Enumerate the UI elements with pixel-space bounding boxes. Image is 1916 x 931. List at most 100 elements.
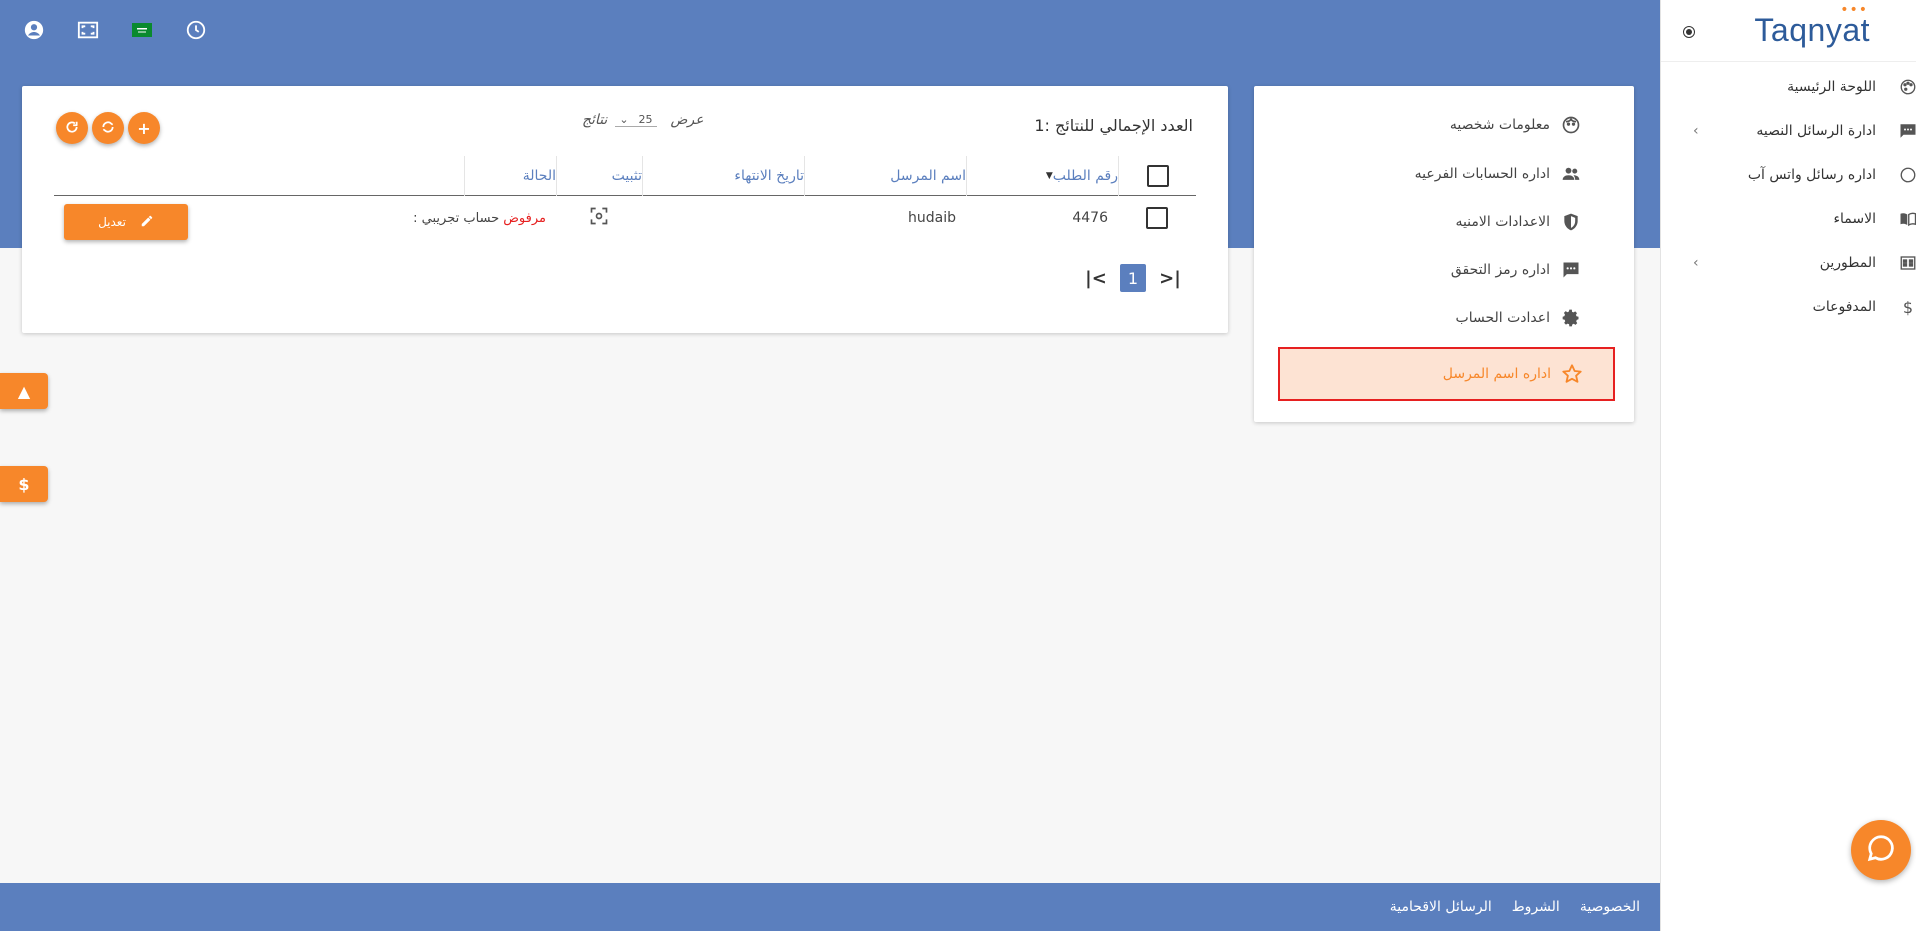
row-checkbox[interactable] [1146, 207, 1168, 229]
add-button[interactable]: + [128, 112, 160, 144]
triangle-icon: ▲ [17, 381, 31, 401]
table-header: ▼ رقم الطلب اسم المرسل تاريخ الانتهاء تث… [54, 156, 1196, 196]
edit-button[interactable]: تعديل [64, 204, 188, 240]
sidebar-item-label: ادارة الرسائل النصيه [1756, 123, 1876, 139]
header-status[interactable]: الحالة [464, 156, 556, 196]
page-number[interactable]: 1 [1120, 264, 1146, 292]
header-status-label: الحالة [522, 168, 556, 184]
menu-item-security[interactable]: الاعدادات الامنيه [1455, 211, 1582, 233]
edit-label: تعديل [98, 215, 126, 229]
logo[interactable]: Taqnyat [1754, 12, 1870, 49]
select-all-cell [1118, 156, 1196, 196]
chat-button[interactable] [1851, 820, 1911, 880]
header-icons [22, 18, 208, 42]
sms-icon [1898, 121, 1916, 141]
cell-sender-name: hudaib [908, 210, 956, 226]
face-icon [1560, 114, 1582, 136]
pencil-icon [140, 214, 154, 231]
menu-item-personal-info[interactable]: معلومات شخصيه [1450, 114, 1582, 136]
chat-icon [1866, 833, 1896, 867]
total-results: العدد الإجمالي للنتائج :1 [1034, 116, 1193, 135]
sidebar-item-label: الاسماء [1833, 211, 1876, 227]
table-actions: + [56, 112, 160, 144]
per-page-control: نتائج ⌄ 25 عرض [582, 112, 704, 128]
sync-icon [101, 119, 115, 138]
developer-icon [1898, 253, 1916, 273]
row-select-cell [1118, 196, 1196, 240]
menu-item-label: الاعدادات الامنيه [1455, 214, 1550, 230]
results-label: نتائج [582, 112, 608, 128]
account-circle-icon[interactable] [22, 18, 46, 42]
sidebar-item-label: اللوحة الرئيسية [1787, 79, 1876, 95]
menu-item-label: معلومات شخصيه [1449, 117, 1550, 133]
sidebar-toggle-icon[interactable] [1683, 26, 1695, 38]
cell-request-no: 4476 [1072, 210, 1108, 226]
menu-item-label: اداره رمز التحقق [1450, 262, 1550, 278]
header-expiry-date[interactable]: تاريخ الانتهاء [642, 156, 804, 196]
sidebar-item-whatsapp[interactable]: اداره رسائل واتس آب [1661, 153, 1916, 197]
sidebar-item-label: المطورين [1819, 255, 1876, 271]
sidebar-item-label: اداره رسائل واتس آب [1747, 167, 1876, 183]
last-page-icon[interactable]: >| [1158, 268, 1182, 289]
message-icon [1560, 259, 1582, 281]
pin-focus-icon[interactable] [589, 206, 609, 230]
sidebar-item-label: المدفوعات [1812, 299, 1876, 315]
table-row: 4476 hudaib : حساب تجريبي مرفوض تعديل [54, 196, 1196, 240]
menu-item-label: اعدادت الحساب [1455, 310, 1550, 326]
sidebar-item-names[interactable]: الاسماء [1661, 197, 1916, 241]
footer-link-spam[interactable]: الرسائل الاقحامية [1390, 899, 1492, 915]
dollar-icon: $ [18, 474, 30, 494]
cell-pin [556, 196, 642, 240]
shield-icon [1560, 211, 1582, 233]
menu-item-label: اداره الحسابات الفرعيه [1414, 166, 1550, 182]
saudi-flag-icon[interactable] [130, 18, 154, 42]
header-pin[interactable]: تثبيت [556, 156, 642, 196]
footer-link-terms[interactable]: الشروط [1512, 899, 1560, 915]
cell-status: : حساب تجريبي مرفوض [256, 196, 556, 240]
header-expiry-date-label: تاريخ الانتهاء [734, 168, 804, 184]
select-all-checkbox[interactable] [1146, 165, 1169, 187]
sync-button[interactable] [92, 112, 124, 144]
header-pin-label: تثبيت [611, 168, 642, 184]
first-page-icon[interactable]: |< [1084, 268, 1108, 289]
menu-item-otp[interactable]: اداره رمز التحقق [1451, 259, 1582, 281]
sidebar-header: ••• Taqnyat [1661, 0, 1916, 62]
reload-button[interactable] [56, 112, 88, 144]
chevron-down-icon: ⌄ [619, 113, 629, 126]
chevron-left-icon: ‹ [1693, 255, 1699, 271]
pagination: |< 1 >| [1084, 264, 1182, 292]
show-label: عرض [670, 112, 704, 128]
menu-item-sub-accounts[interactable]: اداره الحسابات الفرعيه [1415, 163, 1582, 185]
group-icon [1560, 163, 1582, 185]
menu-item-account-settings[interactable]: اعدادت الحساب [1456, 307, 1582, 329]
star-icon [1561, 363, 1583, 385]
gear-icon [1560, 307, 1582, 329]
footer-link-privacy[interactable]: الخصوصية [1580, 899, 1640, 915]
sidebar-item-sms[interactable]: ‹ ادارة الرسائل النصيه [1661, 109, 1916, 153]
whatsapp-icon [1898, 165, 1916, 185]
sidebar-item-dashboard[interactable]: اللوحة الرئيسية [1661, 65, 1916, 109]
plus-icon: + [137, 118, 151, 138]
header-request-no-label: رقم الطلب [1052, 168, 1118, 184]
sidebar: ••• Taqnyat اللوحة الرئيسية ‹ ادارة الرس… [1660, 0, 1916, 931]
menu-item-sender-name[interactable]: اداره اسم المرسل [1278, 347, 1615, 401]
menu-item-label: اداره اسم المرسل [1442, 366, 1551, 382]
footer: الرسائل الاقحامية الشروط الخصوصية [0, 883, 1660, 931]
fullscreen-icon[interactable] [76, 18, 100, 42]
settings-menu-card: معلومات شخصيه اداره الحسابات الفرعيه الا… [1254, 86, 1634, 422]
sidebar-item-payments[interactable]: المدفوعات $ [1661, 285, 1916, 329]
sidebar-item-developers[interactable]: ‹ المطورين [1661, 241, 1916, 285]
header-request-no[interactable]: ▼ رقم الطلب [966, 156, 1118, 196]
clock-icon[interactable] [184, 18, 208, 42]
reload-icon [65, 119, 79, 138]
header-sender-name-label: اسم المرسل [890, 168, 966, 184]
per-page-value: 25 [638, 113, 653, 126]
sender-names-card: العدد الإجمالي للنتائج :1 نتائج ⌄ 25 عرض… [22, 86, 1228, 333]
dollar-icon: $ [1902, 297, 1914, 317]
status-rejected: مرفوض [503, 210, 546, 226]
sort-desc-icon: ▼ [1045, 171, 1053, 181]
per-page-select[interactable]: ⌄ 25 [615, 113, 657, 127]
pricing-tab[interactable]: $ [0, 466, 48, 502]
feedback-tab[interactable]: ▲ [0, 373, 48, 409]
header-sender-name[interactable]: اسم المرسل [804, 156, 966, 196]
